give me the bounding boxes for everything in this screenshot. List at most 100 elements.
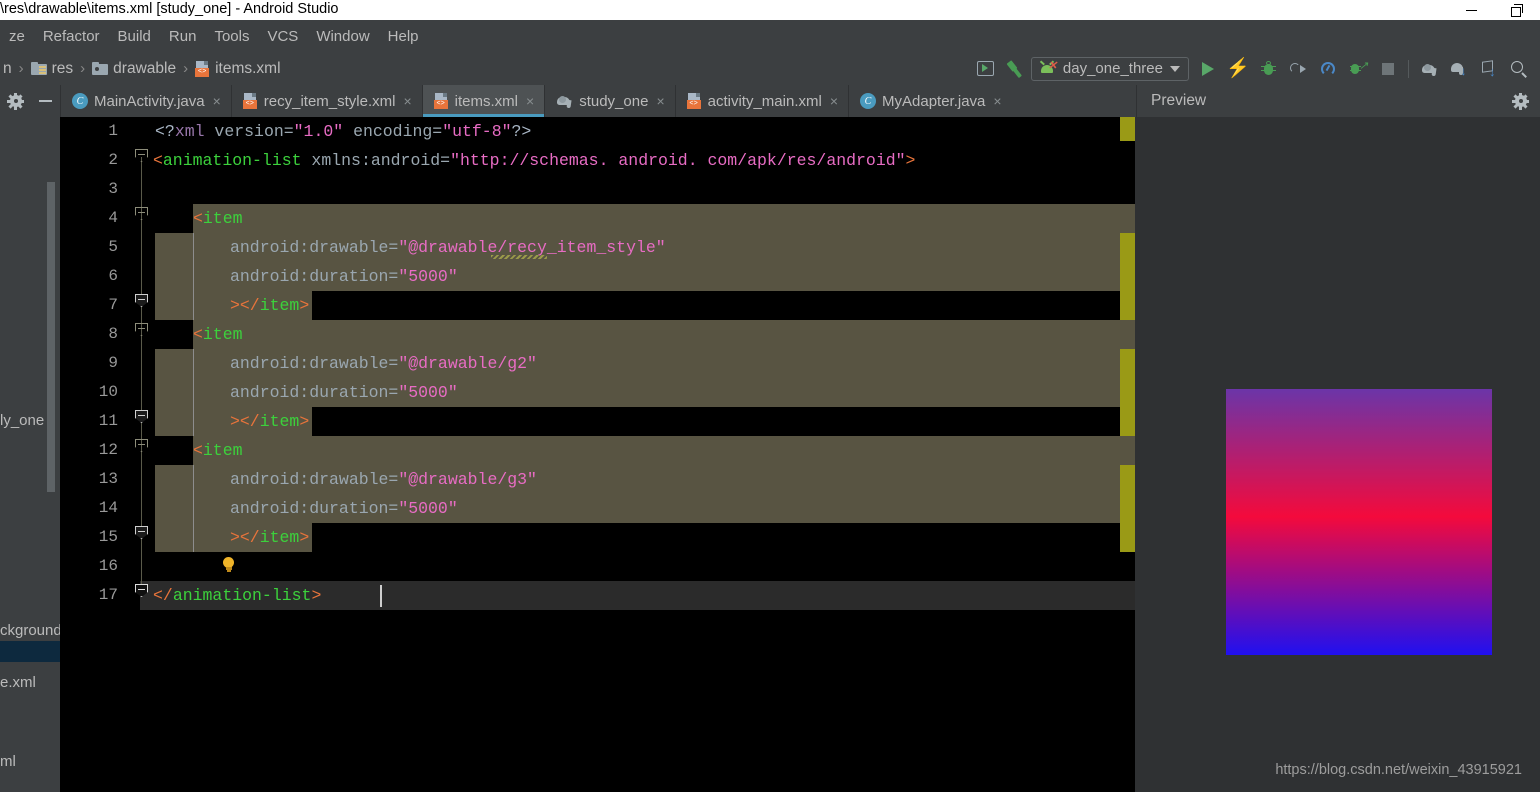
line-number: 6 [108, 267, 118, 285]
code-line-2: <animation-list xmlns:android="http://sc… [153, 151, 916, 170]
menu-item-vcs[interactable]: VCS [258, 26, 307, 47]
tool-window-actions [0, 85, 60, 117]
line-number: 3 [108, 180, 118, 198]
menu-item-refactor[interactable]: Refactor [34, 26, 109, 47]
close-icon[interactable]: × [656, 93, 664, 109]
close-icon[interactable]: × [213, 93, 221, 109]
attach-debugger-button[interactable]: ↗ [1343, 54, 1373, 84]
gradle-sync-button[interactable] [1414, 54, 1444, 84]
tab-label: activity_main.xml [707, 92, 822, 110]
step-over-button[interactable] [1283, 54, 1313, 84]
line-number: 5 [108, 238, 118, 256]
code-line-4: <item [193, 209, 243, 228]
run-configuration-label: day_one_three [1062, 60, 1163, 77]
change-marker[interactable] [1120, 349, 1136, 436]
elephant-sync-icon [1421, 62, 1438, 76]
project-panel-scrollbar[interactable] [47, 182, 55, 492]
editor-marker-gutter[interactable] [1120, 117, 1136, 792]
spellcheck-squiggle [491, 255, 547, 259]
tab-myadapter-java[interactable]: C MyAdapter.java × [848, 85, 1012, 117]
code-text-area[interactable]: <?xml version="1.0" encoding="utf-8"?> <… [140, 117, 1136, 792]
project-tree-item[interactable]: ckground [0, 620, 60, 641]
tab-recy-item-style-xml[interactable]: <> recy_item_style.xml × [230, 85, 422, 117]
change-marker[interactable] [1120, 465, 1136, 552]
code-line-17: </animation-list> [153, 586, 322, 605]
close-icon[interactable]: × [403, 93, 411, 109]
code-line-13: android:drawable="@drawable/g3" [230, 470, 537, 489]
tab-label: recy_item_style.xml [263, 92, 396, 110]
project-tree-item-selected[interactable] [0, 641, 60, 662]
folder-icon [92, 62, 109, 75]
java-class-icon: C [860, 93, 877, 109]
project-tree-item[interactable]: ml [0, 751, 60, 772]
breadcrumb-item-module[interactable]: n [0, 60, 15, 78]
tab-label: study_one [579, 92, 649, 110]
breadcrumb-item-file[interactable]: <> items.xml [192, 60, 283, 78]
code-line-14: android:duration="5000" [230, 499, 458, 518]
tab-label: MyAdapter.java [882, 92, 986, 110]
gear-icon[interactable] [1512, 92, 1529, 110]
minimize-button[interactable] [1448, 0, 1494, 20]
breadcrumb-item-res[interactable]: res [28, 60, 77, 78]
run-configuration-selector[interactable]: ✕ day_one_three [1030, 56, 1189, 81]
tab-study-one[interactable]: study_one × [544, 85, 675, 117]
run-window-button[interactable] [971, 54, 1001, 84]
search-everywhere-button[interactable] [1504, 54, 1534, 84]
tab-activity-main-xml[interactable]: <> activity_main.xml × [674, 85, 849, 117]
lightbulb-icon[interactable] [222, 557, 235, 573]
run-button[interactable] [1193, 54, 1223, 84]
change-marker[interactable] [1120, 117, 1136, 141]
menu-item-tools[interactable]: Tools [205, 26, 258, 47]
line-number: 2 [108, 151, 118, 169]
tab-mainactivity-java[interactable]: C MainActivity.java × [60, 85, 231, 117]
menu-item-help[interactable]: Help [379, 26, 428, 47]
hide-panel-icon[interactable] [39, 100, 52, 102]
avd-manager-button[interactable]: ↓ [1444, 54, 1474, 84]
main-toolbar-buttons: ✕ day_one_three ⚡ ↗ ↓ ↓ [971, 52, 1534, 85]
menu-item-ze[interactable]: ze [0, 26, 34, 47]
editor-gutter[interactable]: 1 2 3 4 5 6 7 8 9 10 11 12 13 14 15 16 1… [60, 117, 140, 792]
play-icon [1202, 61, 1214, 76]
apply-changes-button[interactable]: ⚡ [1223, 54, 1253, 84]
close-icon[interactable]: × [993, 93, 1001, 109]
preview-panel: https://blog.csdn.net/weixin_43915921 [1136, 117, 1540, 792]
gradle-elephant-icon [556, 94, 573, 109]
preview-title: Preview [1151, 92, 1207, 109]
xml-file-icon: <> [195, 60, 210, 77]
menu-item-build[interactable]: Build [109, 26, 160, 47]
close-icon[interactable]: × [830, 93, 838, 109]
breadcrumb-separator: › [18, 60, 24, 77]
editor-preview-divider[interactable] [1135, 117, 1136, 792]
gear-icon[interactable] [7, 92, 24, 110]
avd-manager-icon: ↓ [1450, 61, 1468, 77]
debug-button[interactable] [1253, 54, 1283, 84]
sdk-manager-button[interactable]: ↓ [1474, 54, 1504, 84]
stop-button[interactable] [1373, 54, 1403, 84]
breadcrumb-separator: › [183, 60, 189, 77]
window-controls [1448, 0, 1540, 20]
code-line-5: android:drawable="@drawable/recy_item_st… [230, 238, 666, 257]
text-caret [380, 585, 382, 607]
make-project-button[interactable] [1001, 54, 1031, 84]
breadcrumb-item-drawable[interactable]: drawable [89, 60, 179, 78]
profiler-button[interactable] [1313, 54, 1343, 84]
menu-item-window[interactable]: Window [307, 26, 378, 47]
xml-file-icon: <> [242, 93, 258, 109]
change-marker[interactable] [1120, 233, 1136, 320]
line-number: 16 [98, 557, 118, 575]
restore-icon [1511, 4, 1523, 17]
code-line-8: <item [193, 325, 243, 344]
restore-button[interactable] [1494, 0, 1540, 20]
close-icon[interactable]: × [526, 93, 534, 109]
code-line-10: android:duration="5000" [230, 383, 458, 402]
project-tool-window: ly_one ckground e.xml ml [0, 117, 60, 792]
xml-file-icon: <> [433, 93, 449, 109]
code-line-7: ></item> [230, 296, 310, 315]
window-title: \res\drawable\items.xml [study_one] - An… [0, 1, 339, 17]
code-editor[interactable]: 1 2 3 4 5 6 7 8 9 10 11 12 13 14 15 16 1… [60, 117, 1136, 792]
tab-items-xml[interactable]: <> items.xml × [421, 85, 545, 117]
minimize-icon [1465, 9, 1477, 11]
project-tree-item[interactable]: e.xml [0, 672, 60, 693]
drawable-preview-canvas [1226, 389, 1492, 655]
menu-item-run[interactable]: Run [160, 26, 206, 47]
